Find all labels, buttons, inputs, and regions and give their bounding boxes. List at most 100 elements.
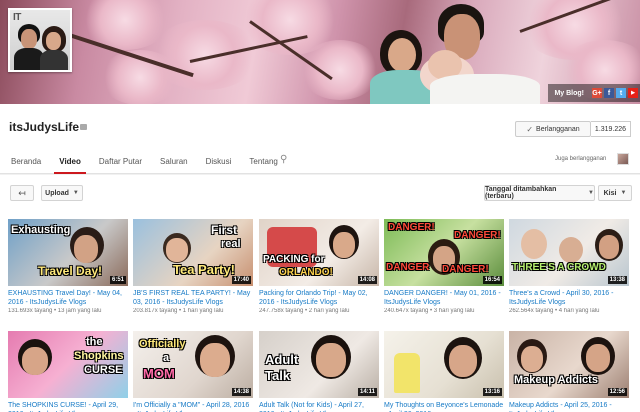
video-duration: 16:54: [482, 276, 502, 284]
chevron-down-icon: ▼: [72, 190, 79, 196]
thumbnail-caption: Officially: [139, 338, 186, 350]
video-thumbnail[interactable]: Makeup Addicts 12:56: [509, 331, 629, 398]
channel-badge-icon: [80, 124, 87, 130]
youtube-icon[interactable]: ▶: [628, 88, 638, 98]
facebook-icon[interactable]: f: [604, 88, 614, 98]
chevron-down-icon: ▼: [588, 190, 594, 196]
video-title[interactable]: The SHOPKINS CURSE! - April 29, 2016 - I…: [8, 401, 128, 412]
thumbnail-caption: Travel Day!: [38, 264, 103, 278]
thumbnail-caption: Adult: [265, 352, 299, 367]
subscriber-count: 1.319.226: [591, 121, 631, 137]
thumbnail-caption: Makeup Addicts: [514, 374, 598, 386]
banner-links: My Blog! G+ f t ▶: [548, 84, 640, 102]
subscribe-button[interactable]: ✓ Berlangganan: [515, 121, 591, 137]
video-title[interactable]: Makeup Addicts - April 25, 2016 - ItsJud…: [509, 401, 629, 412]
tab-saluran[interactable]: Saluran: [155, 156, 193, 174]
video-meta: 262.564x tayang • 4 hari yang lalu: [509, 308, 600, 314]
video-meta: 247.758x tayang • 2 hari yang lalu: [259, 308, 350, 314]
thumbnail-caption: First: [211, 223, 238, 237]
video-thumbnail[interactable]: the Shopkins CURSE: [8, 331, 128, 398]
video-meta: 203.817x tayang • 1 hari yang lalu: [133, 308, 224, 314]
thumbnail-caption: Shopkins: [74, 350, 124, 362]
thumbnail-caption: CURSE: [84, 364, 123, 376]
thumbnail-caption: real: [221, 238, 241, 250]
video-duration: 14:11: [357, 388, 377, 396]
sort-dropdown[interactable]: Tanggal ditambahkan (terbaru) ▼: [484, 185, 595, 201]
video-thumbnail[interactable]: 13:16: [384, 331, 504, 398]
video-thumbnail[interactable]: Adult Talk 14:11: [259, 331, 379, 398]
view-label: Kisi: [603, 189, 617, 197]
thumbnail-caption: the: [86, 336, 103, 348]
video-card[interactable]: THREE'S A CROWD 13:38 Three's a Crowd - …: [509, 219, 629, 314]
thumbnail-caption: DANGER: [386, 262, 430, 273]
google-plus-icon[interactable]: G+: [592, 88, 602, 98]
channel-tabs: Beranda Video Daftar Putar Saluran Disku…: [0, 156, 283, 174]
video-card[interactable]: Makeup Addicts 12:56 Makeup Addicts - Ap…: [509, 331, 629, 412]
tab-tentang[interactable]: Tentang: [244, 156, 282, 174]
sort-label: Tanggal ditambahkan (terbaru): [485, 186, 557, 200]
thumbnail-caption: PACKING for: [263, 254, 325, 265]
my-blog-link[interactable]: My Blog!: [554, 90, 584, 97]
tab-beranda[interactable]: Beranda: [6, 156, 46, 174]
thumbnail-caption: MOM: [143, 366, 175, 381]
view-dropdown[interactable]: Kisi ▼: [598, 185, 632, 201]
video-card[interactable]: DANGER! DANGER! DANGER DANGER! 16:54 DAN…: [384, 219, 504, 314]
video-duration: 13:16: [482, 388, 502, 396]
video-thumbnail[interactable]: Officially a MOM 14:38: [133, 331, 253, 398]
tab-daftar-putar[interactable]: Daftar Putar: [94, 156, 147, 174]
back-arrow-icon: ↤: [18, 187, 26, 198]
twitter-icon[interactable]: t: [616, 88, 626, 98]
video-duration: 17:40: [231, 276, 251, 284]
video-title[interactable]: JB'S FIRST REAL TEA PARTY! - May 03, 201…: [133, 289, 253, 307]
thumbnail-caption: Exhausting: [11, 224, 71, 236]
upload-dropdown[interactable]: Upload ▼: [41, 185, 83, 201]
video-card[interactable]: Officially a MOM 14:38 I'm Officially a …: [133, 331, 253, 412]
thumbnail-caption: THREE'S A CROWD: [512, 262, 606, 273]
thumbnail-caption: DANGER!: [442, 264, 489, 275]
video-card[interactable]: the Shopkins CURSE The SHOPKINS CURSE! -…: [8, 331, 128, 412]
video-title[interactable]: My Thoughts on Beyonce's Lemonade - Apri…: [384, 401, 504, 412]
back-button[interactable]: ↤: [10, 185, 34, 201]
related-channel-avatar[interactable]: [617, 153, 629, 165]
tab-video[interactable]: Video: [54, 156, 86, 174]
video-card[interactable]: First real Tea Party! 17:40 JB'S FIRST R…: [133, 219, 253, 314]
chevron-down-icon: ▼: [620, 190, 627, 196]
video-thumbnail[interactable]: THREE'S A CROWD 13:38: [509, 219, 629, 286]
video-title[interactable]: Packing for Orlando Trip! - May 02, 2016…: [259, 289, 379, 307]
search-icon[interactable]: ⚲: [280, 154, 287, 165]
video-card[interactable]: 13:16 My Thoughts on Beyonce's Lemonade …: [384, 331, 504, 412]
upload-label: Upload: [45, 189, 69, 197]
video-title[interactable]: I'm Officially a "MOM" - April 28, 2016 …: [133, 401, 253, 412]
video-card[interactable]: Adult Talk 14:11 Adult Talk (Not for Kid…: [259, 331, 379, 412]
video-duration: 6:51: [109, 276, 126, 284]
channel-logo-text: IT: [13, 12, 21, 23]
also-subscribed-label: Juga berlangganan: [555, 156, 607, 162]
video-thumbnail[interactable]: Exhausting Travel Day! 6:51: [8, 219, 128, 286]
video-thumbnail[interactable]: PACKING for ORLANDO! 14:08: [259, 219, 379, 286]
video-duration: 13:38: [607, 276, 627, 284]
video-card[interactable]: Exhausting Travel Day! 6:51 EXHAUSTING T…: [8, 219, 128, 314]
channel-avatar[interactable]: IT: [8, 8, 72, 72]
videos-panel: ↤ Upload ▼ Tanggal ditambahkan (terbaru) ▼…: [0, 175, 640, 412]
banner-family-photo: [360, 0, 540, 104]
channel-banner: IT My Blog! G+ f t ▶: [0, 0, 640, 104]
subscribe-label: Berlangganan: [536, 125, 580, 133]
thumbnail-caption: a: [163, 352, 170, 364]
video-thumbnail[interactable]: DANGER! DANGER! DANGER DANGER! 16:54: [384, 219, 504, 286]
video-duration: 14:38: [231, 388, 251, 396]
video-card[interactable]: PACKING for ORLANDO! 14:08 Packing for O…: [259, 219, 379, 314]
channel-header: itsJudysLife ✓ Berlangganan 1.319.226 Be…: [0, 104, 640, 174]
video-meta: 131.693x tayang • 13 jam yang lalu: [8, 308, 102, 314]
video-duration: 14:08: [357, 276, 377, 284]
video-duration: 12:56: [607, 388, 627, 396]
thumbnail-caption: Talk: [265, 368, 291, 383]
thumbnail-caption: Tea Party!: [173, 262, 235, 277]
youtube-channel-page: IT My Blog! G+ f t ▶ itsJudysLife ✓ Berl…: [0, 0, 640, 412]
video-title[interactable]: Adult Talk (Not for Kids) - April 27, 20…: [259, 401, 379, 412]
tab-diskusi[interactable]: Diskusi: [201, 156, 237, 174]
video-title[interactable]: EXHAUSTING Travel Day! - May 04, 2016 - …: [8, 289, 128, 307]
video-thumbnail[interactable]: First real Tea Party! 17:40: [133, 219, 253, 286]
channel-name[interactable]: itsJudysLife: [9, 120, 79, 134]
video-title[interactable]: Three's a Crowd - April 30, 2016 - ItsJu…: [509, 289, 629, 307]
video-title[interactable]: DANGER DANGER! - May 01, 2016 - ItsJudys…: [384, 289, 504, 307]
